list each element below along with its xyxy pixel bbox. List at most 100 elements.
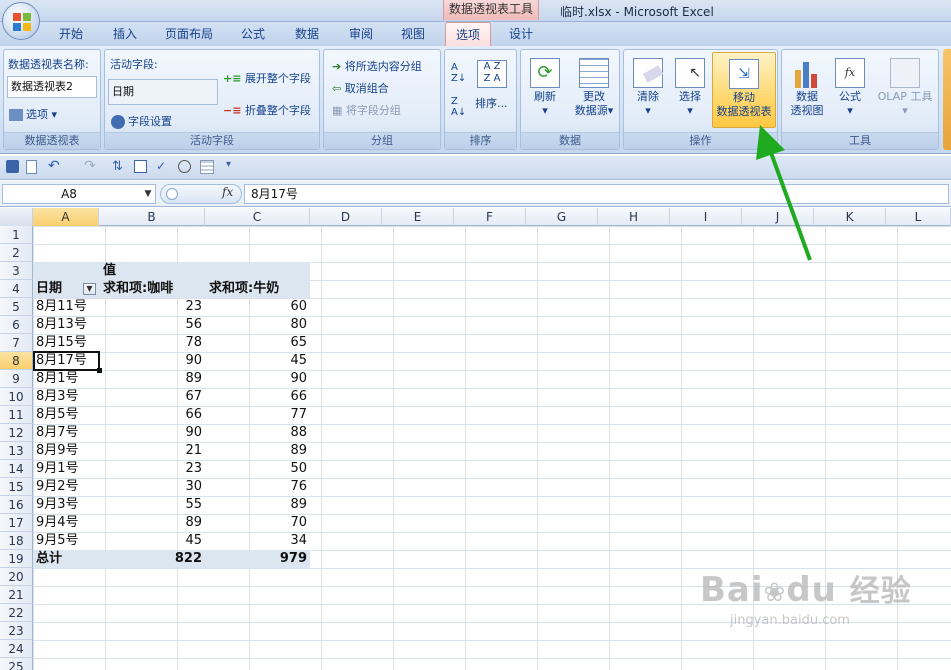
clear-button[interactable]: 清除 ▾	[628, 58, 668, 118]
pivot-row-date[interactable]: 9月2号	[36, 478, 79, 496]
tab-page-layout[interactable]: 页面布局	[158, 22, 220, 46]
pivot-col-coffee[interactable]: 求和项:咖啡	[103, 280, 173, 298]
row-header-10[interactable]: 10	[0, 388, 33, 406]
undo-icon[interactable]: ↶	[48, 158, 60, 174]
row-header-11[interactable]: 11	[0, 406, 33, 424]
tab-formulas[interactable]: 公式	[230, 22, 276, 46]
row-header-6[interactable]: 6	[0, 316, 33, 334]
row-header-17[interactable]: 17	[0, 514, 33, 532]
pivot-row-milk[interactable]: 77	[205, 406, 310, 424]
row-header-5[interactable]: 5	[0, 298, 33, 316]
new-document-icon[interactable]	[26, 160, 37, 174]
row-header-23[interactable]: 23	[0, 622, 33, 640]
column-header-c[interactable]: C	[205, 208, 310, 226]
column-header-g[interactable]: G	[526, 208, 598, 226]
pivot-row-milk[interactable]: 45	[205, 352, 310, 370]
column-header-l[interactable]: L	[886, 208, 951, 226]
row-header-15[interactable]: 15	[0, 478, 33, 496]
name-box[interactable]: A8	[2, 184, 156, 204]
field-settings-button[interactable]: 字段设置	[111, 113, 172, 129]
pivot-total-coffee[interactable]: 822	[99, 550, 205, 568]
pivot-row-date[interactable]: 9月4号	[36, 514, 79, 532]
tab-home[interactable]: 开始	[48, 22, 94, 46]
olap-tools-button[interactable]: OLAP 工具 ▾	[872, 58, 938, 118]
pivot-options-button[interactable]: 选项 ▾	[9, 106, 57, 122]
expand-field-button[interactable]: +≡ 展开整个字段	[223, 70, 311, 86]
row-header-13[interactable]: 13	[0, 442, 33, 460]
pivotchart-button[interactable]: 数据 透视图	[786, 58, 828, 118]
row-header-25[interactable]: 25	[0, 658, 33, 670]
pivot-row-date[interactable]: 8月5号	[36, 406, 79, 424]
pivot-row-milk[interactable]: 88	[205, 424, 310, 442]
pivot-row-milk[interactable]: 60	[205, 298, 310, 316]
row-header-9[interactable]: 9	[0, 370, 33, 388]
active-field-input[interactable]: 日期	[108, 79, 218, 105]
pivot-row-date[interactable]: 8月15号	[36, 334, 87, 352]
column-header-e[interactable]: E	[382, 208, 454, 226]
pivot-row-header[interactable]: 日期	[36, 280, 62, 298]
ungroup-button[interactable]: ⇦ 取消组合	[332, 80, 389, 96]
row-header-21[interactable]: 21	[0, 586, 33, 604]
pivot-row-coffee[interactable]: 78	[99, 334, 205, 352]
column-header-i[interactable]: I	[670, 208, 742, 226]
insert-function-icon[interactable]: fx	[222, 185, 233, 199]
row-header-4[interactable]: 4	[0, 280, 33, 298]
pivot-row-coffee[interactable]: 45	[99, 532, 205, 550]
pivot-row-milk[interactable]: 66	[205, 388, 310, 406]
pivot-total-label[interactable]: 总计	[36, 550, 62, 568]
pivot-row-date[interactable]: 8月1号	[36, 370, 79, 388]
pivot-row-date[interactable]: 8月9号	[36, 442, 79, 460]
sort-button[interactable]: 排序...	[475, 95, 508, 111]
tab-view[interactable]: 视图	[390, 22, 436, 46]
group-field-button[interactable]: ▦ 将字段分组	[332, 102, 401, 118]
name-box-dropdown-icon[interactable]: ▼	[140, 184, 156, 204]
pivot-row-coffee[interactable]: 55	[99, 496, 205, 514]
pivot-row-milk[interactable]: 65	[205, 334, 310, 352]
pivot-row-date[interactable]: 9月1号	[36, 460, 79, 478]
column-header-a[interactable]: A	[33, 208, 99, 226]
pivot-row-date[interactable]: 9月5号	[36, 532, 79, 550]
row-header-19[interactable]: 19	[0, 550, 33, 568]
pivot-row-date[interactable]: 8月11号	[36, 298, 87, 316]
collapse-field-button[interactable]: −≡ 折叠整个字段	[223, 102, 311, 118]
pivot-name-input[interactable]: 数据透视表2	[7, 76, 97, 98]
row-header-20[interactable]: 20	[0, 568, 33, 586]
worksheet-grid[interactable]: 值 日期 ▼ 求和项:咖啡 求和项:牛奶 8月11号 23 60 8月13号 56 80 8…	[33, 226, 951, 670]
pivot-row-milk[interactable]: 76	[205, 478, 310, 496]
pivot-row-milk[interactable]: 70	[205, 514, 310, 532]
pivot-row-coffee[interactable]: 89	[99, 370, 205, 388]
tab-design[interactable]: 设计	[498, 22, 544, 46]
pivot-value-caption[interactable]: 值	[103, 262, 116, 280]
pivot-row-milk[interactable]: 89	[205, 442, 310, 460]
row-header-2[interactable]: 2	[0, 244, 33, 262]
pivot-total-milk[interactable]: 979	[205, 550, 310, 568]
tab-review[interactable]: 审阅	[338, 22, 384, 46]
pivot-row-coffee[interactable]: 21	[99, 442, 205, 460]
sort-desc-button[interactable]: Z A↓	[451, 96, 466, 118]
pivot-row-coffee[interactable]: 30	[99, 478, 205, 496]
change-source-button[interactable]: 更改 数据源▾	[571, 58, 617, 118]
fill-handle[interactable]	[97, 368, 102, 373]
formula-input[interactable]: 8月17号	[244, 184, 949, 204]
pivot-row-coffee[interactable]: 90	[99, 352, 205, 370]
row-header-8[interactable]: 8	[0, 352, 33, 370]
row-header-7[interactable]: 7	[0, 334, 33, 352]
column-header-k[interactable]: K	[814, 208, 886, 226]
print-preview-icon[interactable]	[178, 160, 191, 173]
pivot-row-coffee[interactable]: 23	[99, 460, 205, 478]
row-header-14[interactable]: 14	[0, 460, 33, 478]
customize-qat-icon[interactable]: ▾	[226, 159, 231, 170]
redo-icon[interactable]: ↷	[84, 158, 96, 174]
row-header-22[interactable]: 22	[0, 604, 33, 622]
borders-icon[interactable]	[200, 160, 214, 174]
pivot-row-date[interactable]: 8月13号	[36, 316, 87, 334]
office-button[interactable]	[2, 2, 40, 40]
spelling-icon[interactable]: ✓	[156, 159, 166, 173]
pivot-row-milk[interactable]: 80	[205, 316, 310, 334]
save-icon[interactable]	[6, 160, 19, 173]
tab-options[interactable]: 选项	[445, 22, 491, 46]
row-filter-dropdown-icon[interactable]: ▼	[83, 283, 96, 295]
pivot-row-coffee[interactable]: 56	[99, 316, 205, 334]
pivot-row-coffee[interactable]: 89	[99, 514, 205, 532]
column-header-d[interactable]: D	[310, 208, 382, 226]
